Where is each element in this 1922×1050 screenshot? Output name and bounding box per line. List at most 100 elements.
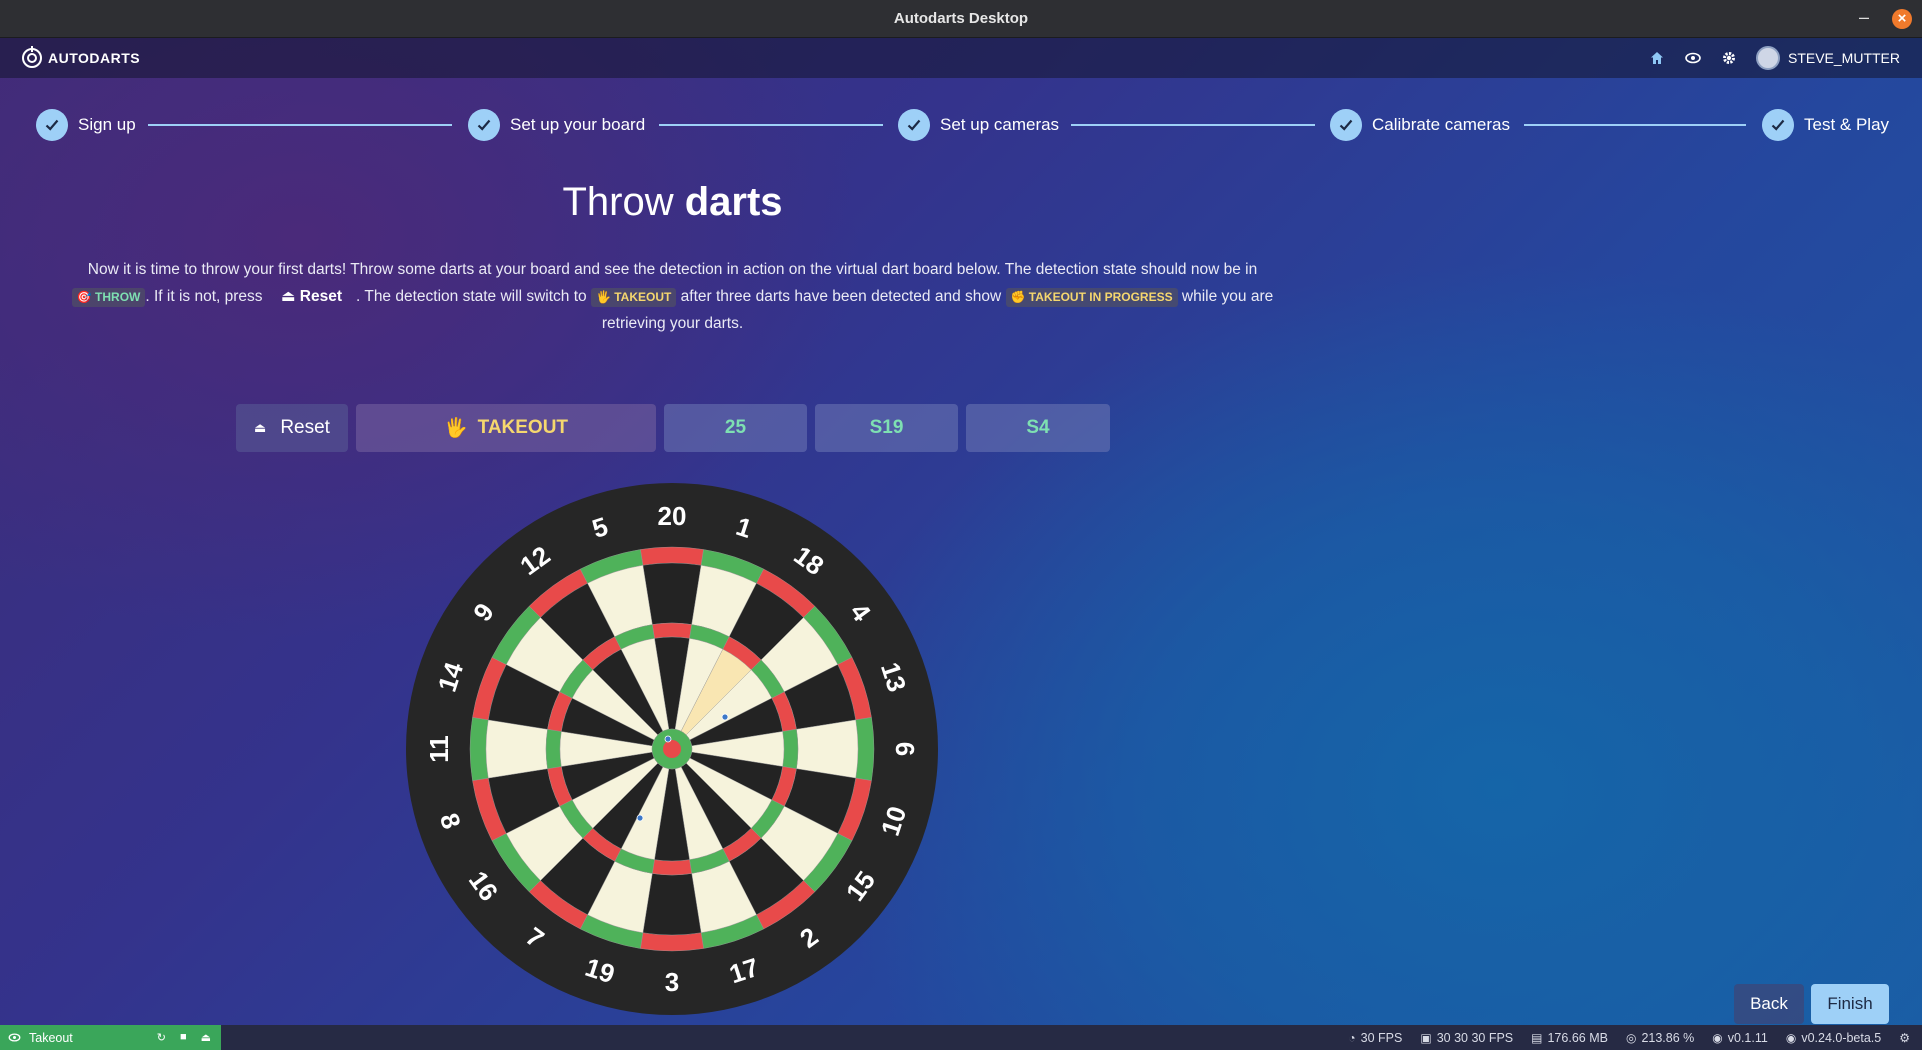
step-label: Test & Play — [1804, 115, 1890, 134]
page-title-bold: darts — [684, 180, 783, 224]
state-chip-takeout-progress: ✊ TAKEOUT IN PROGRESS — [1005, 288, 1178, 307]
double-segment-3[interactable] — [640, 932, 704, 952]
step-set-up-board[interactable]: Set up your board — [468, 108, 645, 142]
eject-icon[interactable]: ⏏ — [201, 1031, 211, 1044]
window-titlebar: Autodarts Desktop – × — [0, 0, 1922, 38]
finish-button[interactable]: Finish — [1811, 984, 1889, 1024]
eye-icon: ◉ — [1785, 1030, 1797, 1045]
double-segment-20[interactable] — [640, 546, 704, 566]
segment-number: 20 — [658, 501, 687, 531]
step-connector — [659, 124, 883, 126]
takeout-status-button[interactable]: 🖐 TAKEOUT — [356, 404, 656, 452]
step-calibrate-cameras[interactable]: Calibrate cameras — [1330, 108, 1510, 142]
eye-icon — [8, 1031, 21, 1045]
client-version-stat: ◉ v0.1.11 — [1712, 1031, 1768, 1045]
autodarts-icon: ◉ — [1712, 1030, 1723, 1045]
dart-marker — [721, 713, 729, 721]
detection-controls: ⏏ Reset 🖐 TAKEOUT 25 S19 S4 — [0, 404, 1922, 452]
step-label: Calibrate cameras — [1372, 115, 1510, 134]
dart-score-1[interactable]: 25 — [664, 404, 807, 452]
desc-text: . The detection state will switch to — [356, 288, 587, 305]
outer-single-segment-3[interactable] — [642, 873, 702, 936]
detection-state[interactable]: Takeout ↻ ■ ⏏ — [0, 1025, 221, 1050]
gear-icon[interactable]: ⚙ — [1899, 1031, 1910, 1045]
board-version-stat: ◉ v0.24.0-beta.5 — [1786, 1031, 1881, 1045]
autodarts-logo[interactable]: AUTODARTS — [20, 46, 140, 70]
back-button[interactable]: Back — [1734, 984, 1804, 1024]
cpu-value: 213.86 % — [1641, 1030, 1695, 1045]
bullseye[interactable] — [663, 740, 681, 758]
double-segment-6[interactable] — [855, 717, 875, 781]
check-icon — [898, 109, 930, 141]
gear-icon[interactable] — [1720, 49, 1738, 67]
status-bar: Takeout ↻ ■ ⏏ ◔ 30 FPS ▣ 30 30 30 FPS ▤ 176… — [0, 1025, 1922, 1050]
outer-single-segment-6[interactable] — [796, 719, 859, 779]
step-label: Sign up — [78, 115, 136, 134]
camera-fps-value: 30 30 30 FPS — [1436, 1030, 1514, 1045]
check-icon — [468, 109, 500, 141]
treble-segment-6[interactable] — [782, 729, 799, 769]
step-label: Set up cameras — [940, 115, 1060, 134]
avatar[interactable] — [1755, 46, 1780, 70]
dart-score-3[interactable]: S4 — [966, 404, 1110, 452]
dart-score-2[interactable]: S19 — [815, 404, 958, 452]
reset-button[interactable]: ⏏ Reset — [236, 404, 348, 452]
step-connector — [1071, 124, 1315, 126]
fps-stat: ◔ 30 FPS — [1348, 1031, 1402, 1045]
dart-marker — [664, 735, 672, 743]
treble-segment-11[interactable] — [545, 729, 562, 769]
fps-value: 30 FPS — [1360, 1030, 1403, 1045]
page-title: Throw darts — [0, 180, 1345, 225]
state-chip-throw: 🎯 THROW — [71, 288, 146, 307]
stop-icon[interactable]: ■ — [180, 1031, 187, 1044]
treble-segment-20[interactable] — [652, 622, 692, 639]
outer-single-segment-20[interactable] — [642, 562, 702, 625]
username[interactable]: STEVE_MUTTER — [1788, 50, 1900, 66]
refresh-icon[interactable]: ↻ — [157, 1031, 166, 1044]
treble-segment-3[interactable] — [652, 859, 692, 876]
detection-state-label: Takeout — [29, 1030, 73, 1045]
check-icon — [1330, 109, 1362, 141]
state-chip-takeout: 🖐 TAKEOUT — [590, 288, 677, 307]
home-icon[interactable] — [1648, 49, 1666, 67]
virtual-dartboard[interactable]: 20 11841361015217319716811149125 — [405, 482, 939, 1016]
reset-button-label: Reset — [280, 417, 330, 438]
camera-icon: ▣ — [1420, 1030, 1432, 1045]
cpu-stat: ◎ 213.86 % — [1626, 1031, 1694, 1045]
inline-reset-label: ⏏ Reset — [280, 288, 343, 305]
cpu-icon: ◎ — [1625, 1030, 1637, 1045]
memory-value: 176.66 MB — [1547, 1030, 1608, 1045]
memory-stat: ▤ 176.66 MB — [1531, 1031, 1608, 1045]
double-segment-11[interactable] — [469, 717, 489, 781]
step-label: Set up your board — [510, 115, 646, 134]
segment-number: 11 — [424, 735, 454, 763]
desc-text: . If it is not, press — [145, 288, 263, 305]
window-title: Autodarts Desktop — [893, 10, 1029, 27]
step-connector — [1524, 124, 1746, 126]
client-version-value: v0.1.11 — [1727, 1030, 1768, 1045]
segment-number: 6 — [890, 742, 920, 756]
step-test-play[interactable]: Test & Play — [1762, 108, 1889, 142]
check-icon — [1762, 109, 1794, 141]
close-button[interactable]: × — [1892, 9, 1912, 29]
desc-text: after three darts have been detected and… — [680, 288, 1002, 305]
takeout-label: TAKEOUT — [477, 417, 569, 438]
eye-icon[interactable] — [1684, 49, 1702, 67]
step-connector — [148, 124, 452, 126]
logo-text: AUTODARTS — [48, 50, 141, 66]
setup-stepper: Sign up Set up your board Set up cameras… — [0, 108, 1922, 148]
minimize-button[interactable]: – — [1852, 6, 1876, 30]
memory-icon: ▤ — [1531, 1030, 1543, 1045]
step-sign-up[interactable]: Sign up — [36, 108, 136, 142]
dart-marker — [636, 814, 644, 822]
app-body: AUTODARTS STEVE_MUTTER Sign up Set up yo… — [0, 38, 1922, 1025]
outer-single-segment-11[interactable] — [485, 719, 548, 779]
segment-number: 3 — [665, 967, 679, 997]
camera-fps-stat: ▣ 30 30 30 FPS — [1420, 1031, 1513, 1045]
hand-icon: 🖐 — [443, 418, 468, 439]
eject-icon: ⏏ — [254, 420, 267, 435]
gauge-icon: ◔ — [1348, 1030, 1356, 1045]
step-set-up-cameras[interactable]: Set up cameras — [898, 108, 1059, 142]
board-version-value: v0.24.0-beta.5 — [1801, 1030, 1882, 1045]
page-title-light: Throw — [562, 180, 674, 224]
